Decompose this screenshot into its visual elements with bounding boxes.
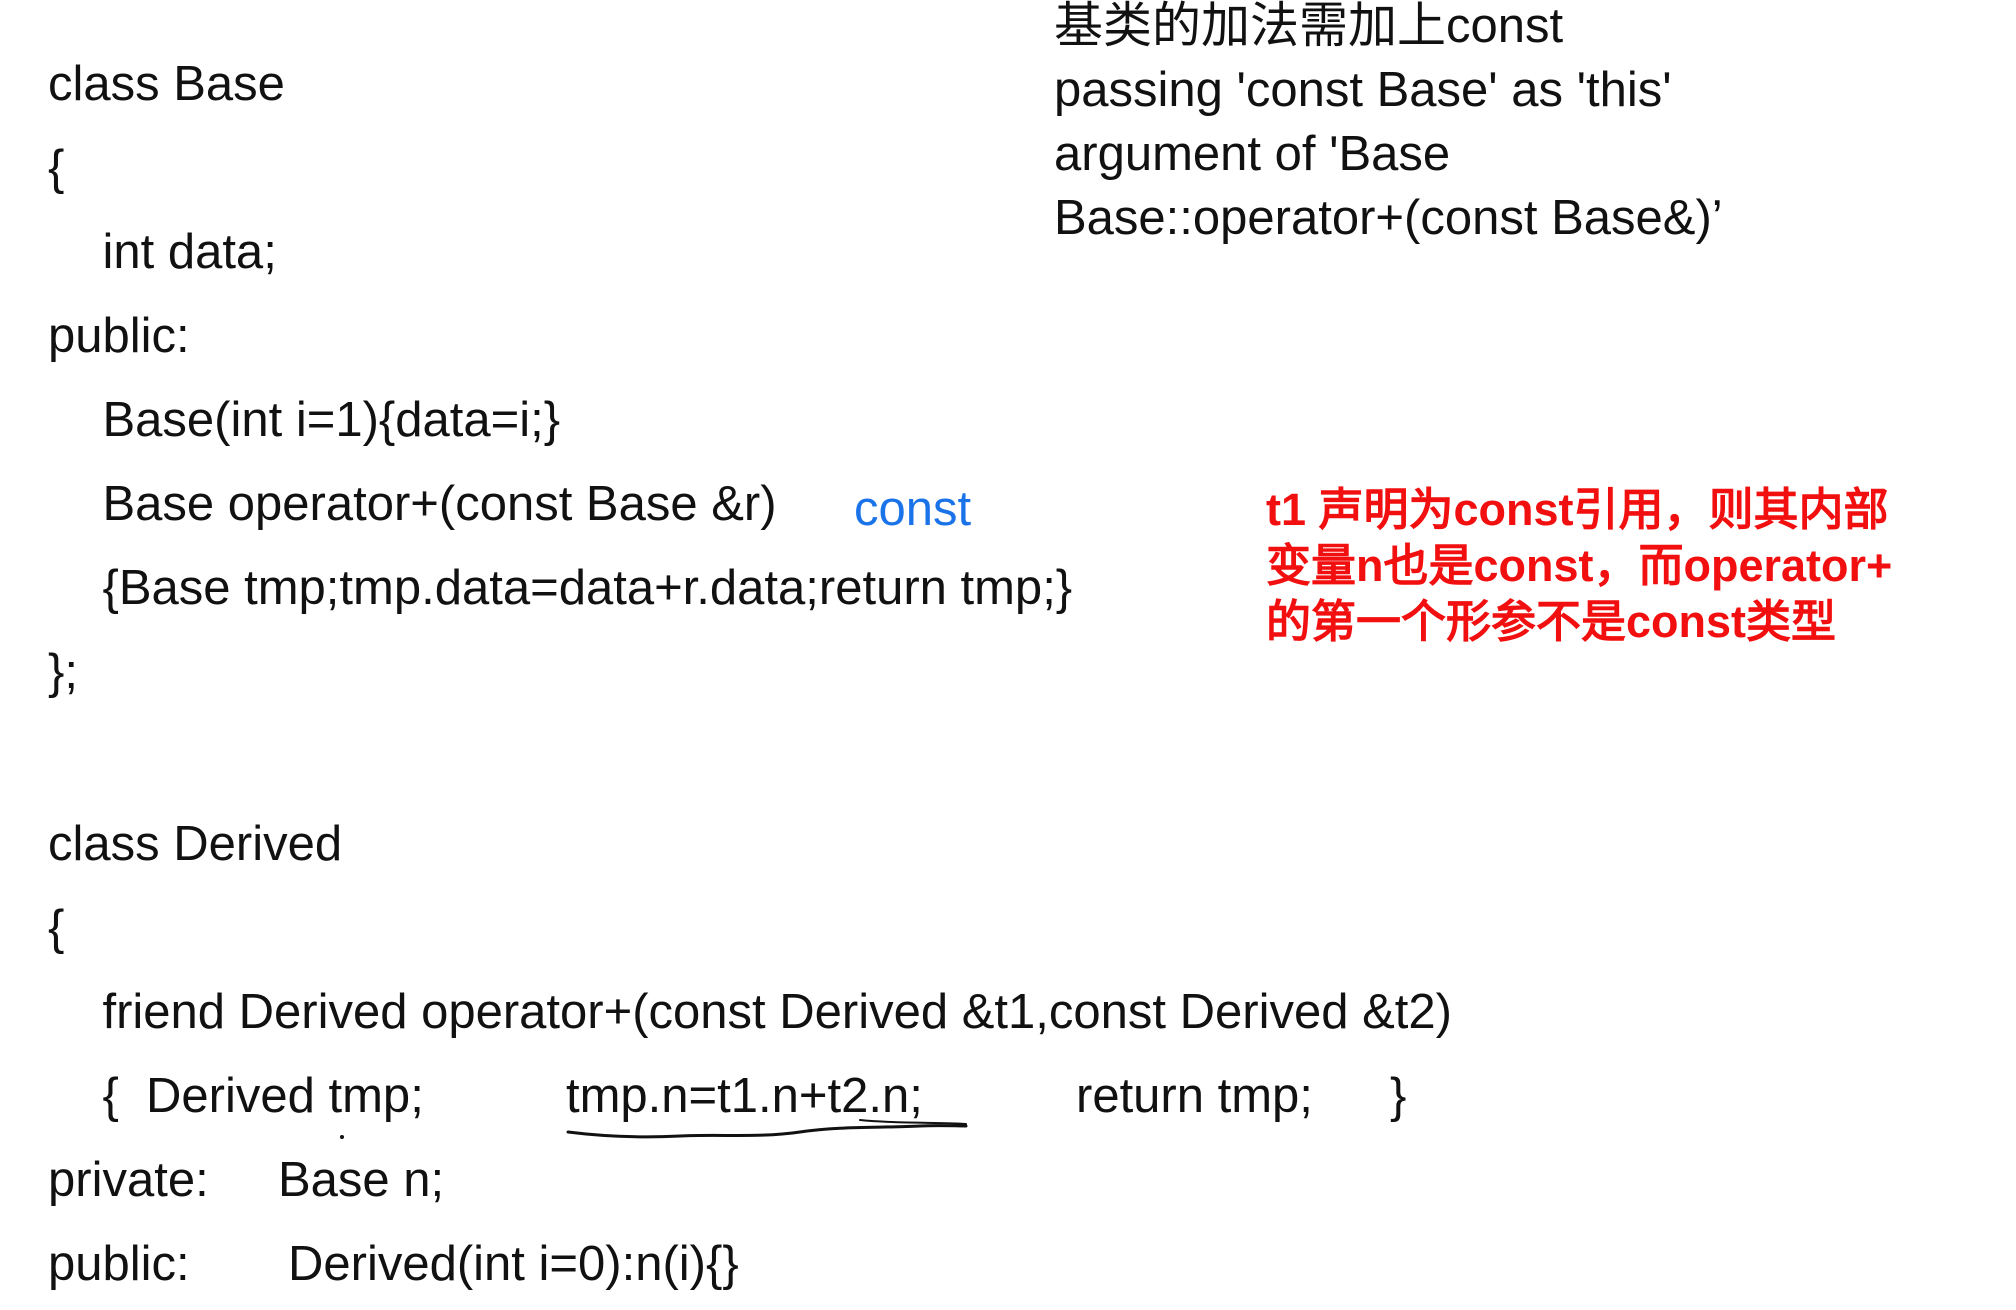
handwritten-underline	[340, 1119, 968, 1139]
